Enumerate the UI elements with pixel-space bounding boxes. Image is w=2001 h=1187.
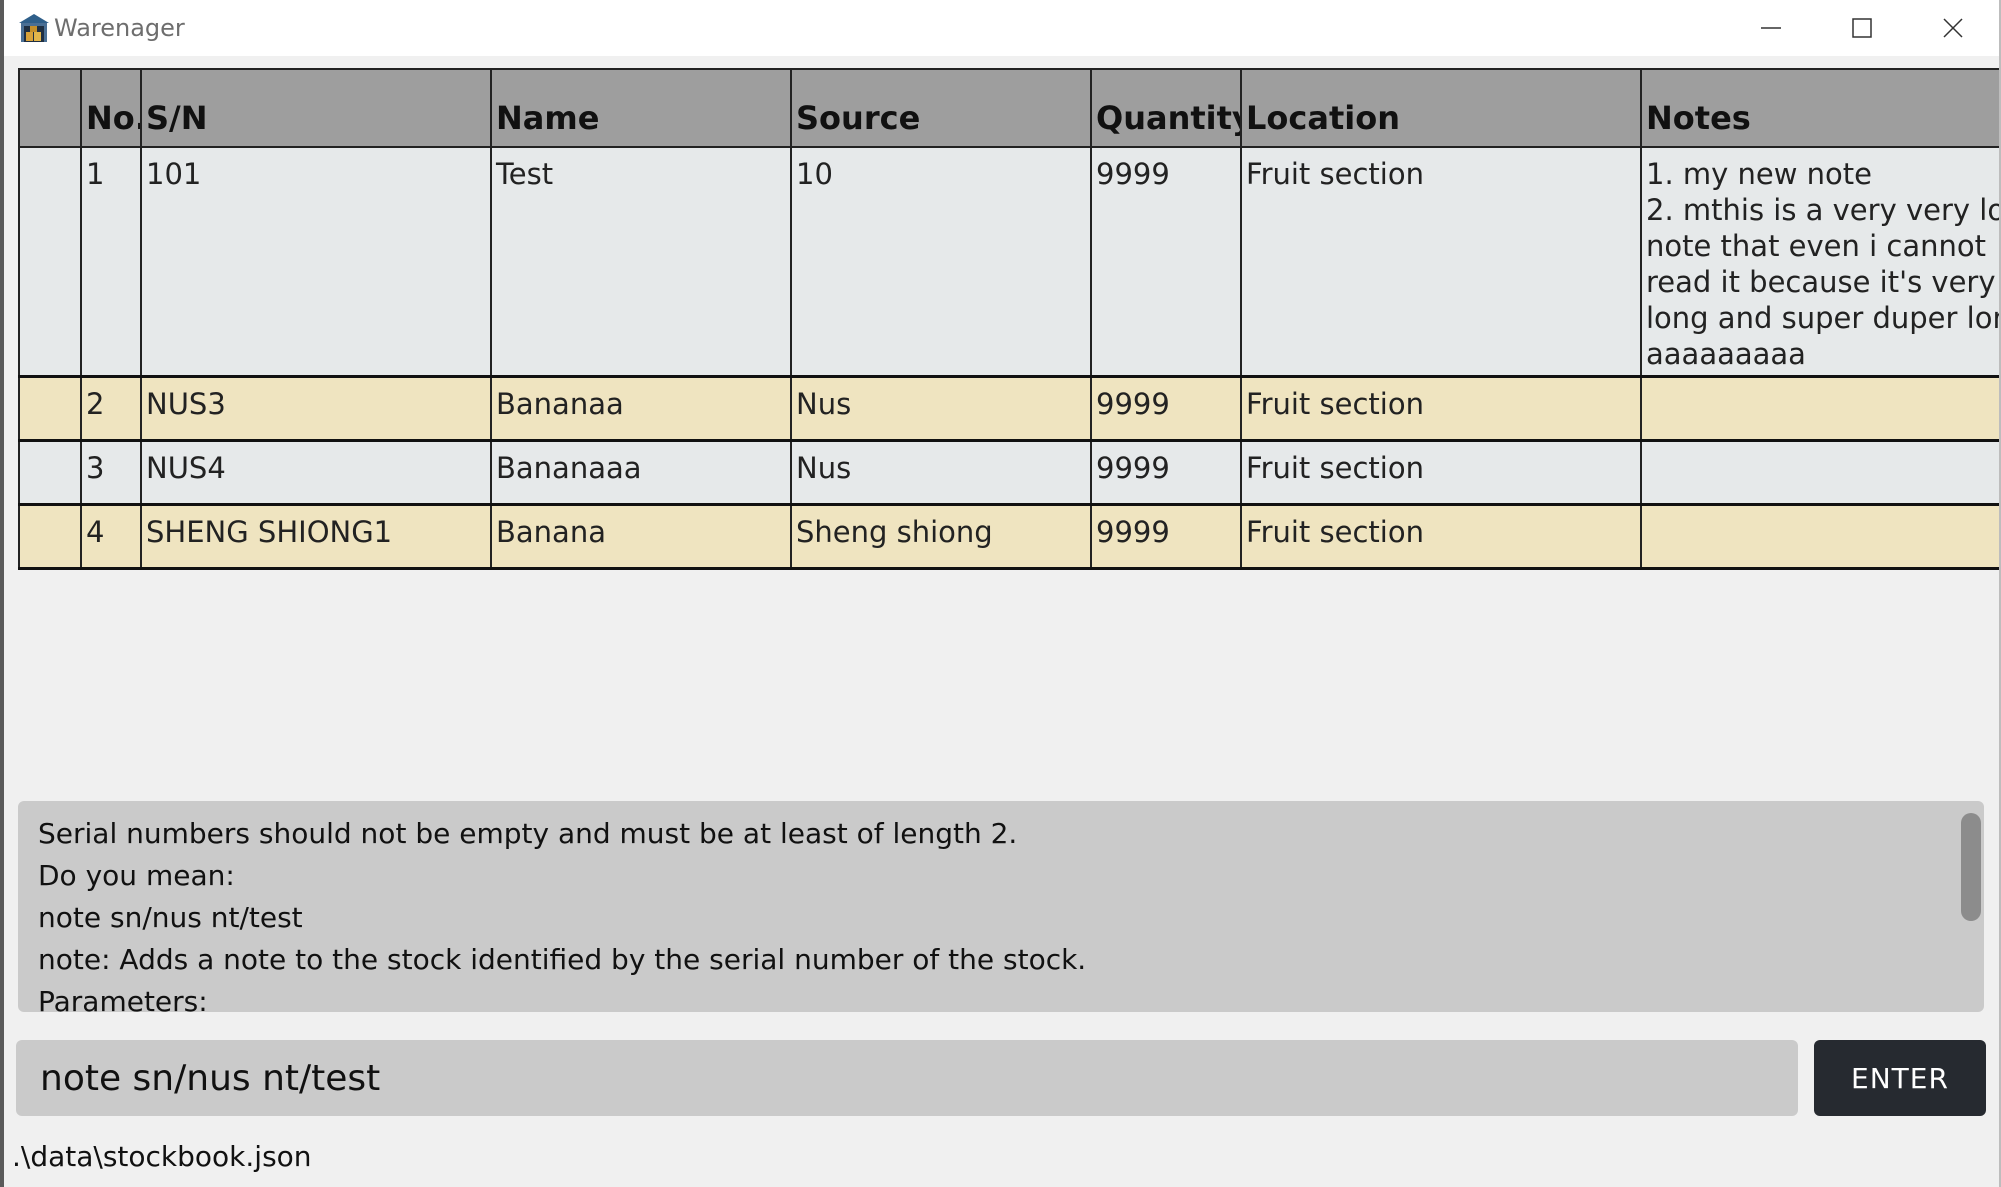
cell-notes: [1640, 506, 1999, 567]
maximize-icon: [1852, 18, 1872, 38]
result-line: note: Adds a note to the stock identifie…: [38, 943, 1087, 976]
table-row[interactable]: 2 NUS3 Bananaa Nus 9999 Fruit section: [18, 378, 1999, 442]
row-select-cell[interactable]: [18, 442, 80, 503]
note-line: aaaaaaaaa: [1646, 337, 1806, 371]
minimize-button[interactable]: [1725, 0, 1817, 56]
warehouse-app-icon: [19, 14, 49, 42]
status-bar-path: .\data\stockbook.json: [12, 1140, 312, 1173]
cell-no: 2: [80, 378, 140, 439]
cell-notes: [1640, 442, 1999, 503]
app-window: Warenager No. S/N Name Source Quantity L…: [4, 0, 1999, 1187]
cell-sn: SHENG SHIONG1: [140, 506, 490, 567]
minimize-icon: [1761, 27, 1781, 29]
cell-source: Nus: [790, 442, 1090, 503]
result-line: Serial numbers should not be empty and m…: [38, 817, 1018, 850]
cell-no: 3: [80, 442, 140, 503]
header-source[interactable]: Source: [790, 70, 1090, 146]
header-notes[interactable]: Notes: [1640, 70, 1999, 146]
cell-notes: [1640, 378, 1999, 439]
cell-location: Fruit section: [1240, 506, 1640, 567]
header-sn[interactable]: S/N: [140, 70, 490, 146]
cell-location: Fruit section: [1240, 442, 1640, 503]
table-row[interactable]: 1 101 Test 10 9999 Fruit section 1. my n…: [18, 148, 1999, 378]
table-row[interactable]: 4 SHENG SHIONG1 Banana Sheng shiong 9999…: [18, 506, 1999, 570]
result-display[interactable]: Serial numbers should not be empty and m…: [18, 801, 1984, 1012]
table-row[interactable]: 3 NUS4 Bananaaa Nus 9999 Fruit section: [18, 442, 1999, 506]
enter-button[interactable]: ENTER: [1814, 1040, 1986, 1116]
header-location[interactable]: Location: [1240, 70, 1640, 146]
row-select-cell[interactable]: [18, 148, 80, 375]
header-quantity[interactable]: Quantity: [1090, 70, 1240, 146]
cell-no: 1: [80, 148, 140, 375]
cell-name: Bananaaa: [490, 442, 790, 503]
title-bar[interactable]: Warenager: [4, 0, 1999, 56]
cell-source: 10: [790, 148, 1090, 375]
cell-location: Fruit section: [1240, 148, 1640, 375]
header-name[interactable]: Name: [490, 70, 790, 146]
result-scrollbar-thumb[interactable]: [1961, 813, 1981, 921]
cell-quantity: 9999: [1090, 506, 1240, 567]
cell-sn: 101: [140, 148, 490, 375]
cell-quantity: 9999: [1090, 148, 1240, 375]
cell-sn: NUS3: [140, 378, 490, 439]
cell-location: Fruit section: [1240, 378, 1640, 439]
row-select-cell[interactable]: [18, 506, 80, 567]
note-line: long and super duper long: [1646, 301, 1999, 335]
cell-no: 4: [80, 506, 140, 567]
close-icon: [1943, 18, 1963, 38]
result-line: Do you mean:: [38, 859, 235, 892]
window-title: Warenager: [54, 14, 185, 42]
note-line: 2. mthis is a very very long: [1646, 193, 1999, 227]
close-button[interactable]: [1907, 0, 1999, 56]
maximize-button[interactable]: [1816, 0, 1908, 56]
command-input[interactable]: [16, 1040, 1798, 1116]
cell-name: Banana: [490, 506, 790, 567]
cell-quantity: 9999: [1090, 442, 1240, 503]
result-line: Parameters:: [38, 985, 208, 1012]
cell-sn: NUS4: [140, 442, 490, 503]
result-line: note sn/nus nt/test: [38, 901, 303, 934]
note-line: 1. my new note: [1646, 157, 1873, 191]
header-no[interactable]: No.: [80, 70, 140, 146]
note-line: read it because it's very: [1646, 265, 1996, 299]
cell-source: Sheng shiong: [790, 506, 1090, 567]
cell-name: Test: [490, 148, 790, 375]
note-line: note that even i cannot: [1646, 229, 1986, 263]
row-select-cell[interactable]: [18, 378, 80, 439]
cell-quantity: 9999: [1090, 378, 1240, 439]
cell-source: Nus: [790, 378, 1090, 439]
cell-name: Bananaa: [490, 378, 790, 439]
header-select[interactable]: [18, 70, 80, 146]
cell-notes: 1. my new note 2. mthis is a very very l…: [1640, 148, 1999, 375]
table-header: No. S/N Name Source Quantity Location No…: [18, 68, 1999, 148]
